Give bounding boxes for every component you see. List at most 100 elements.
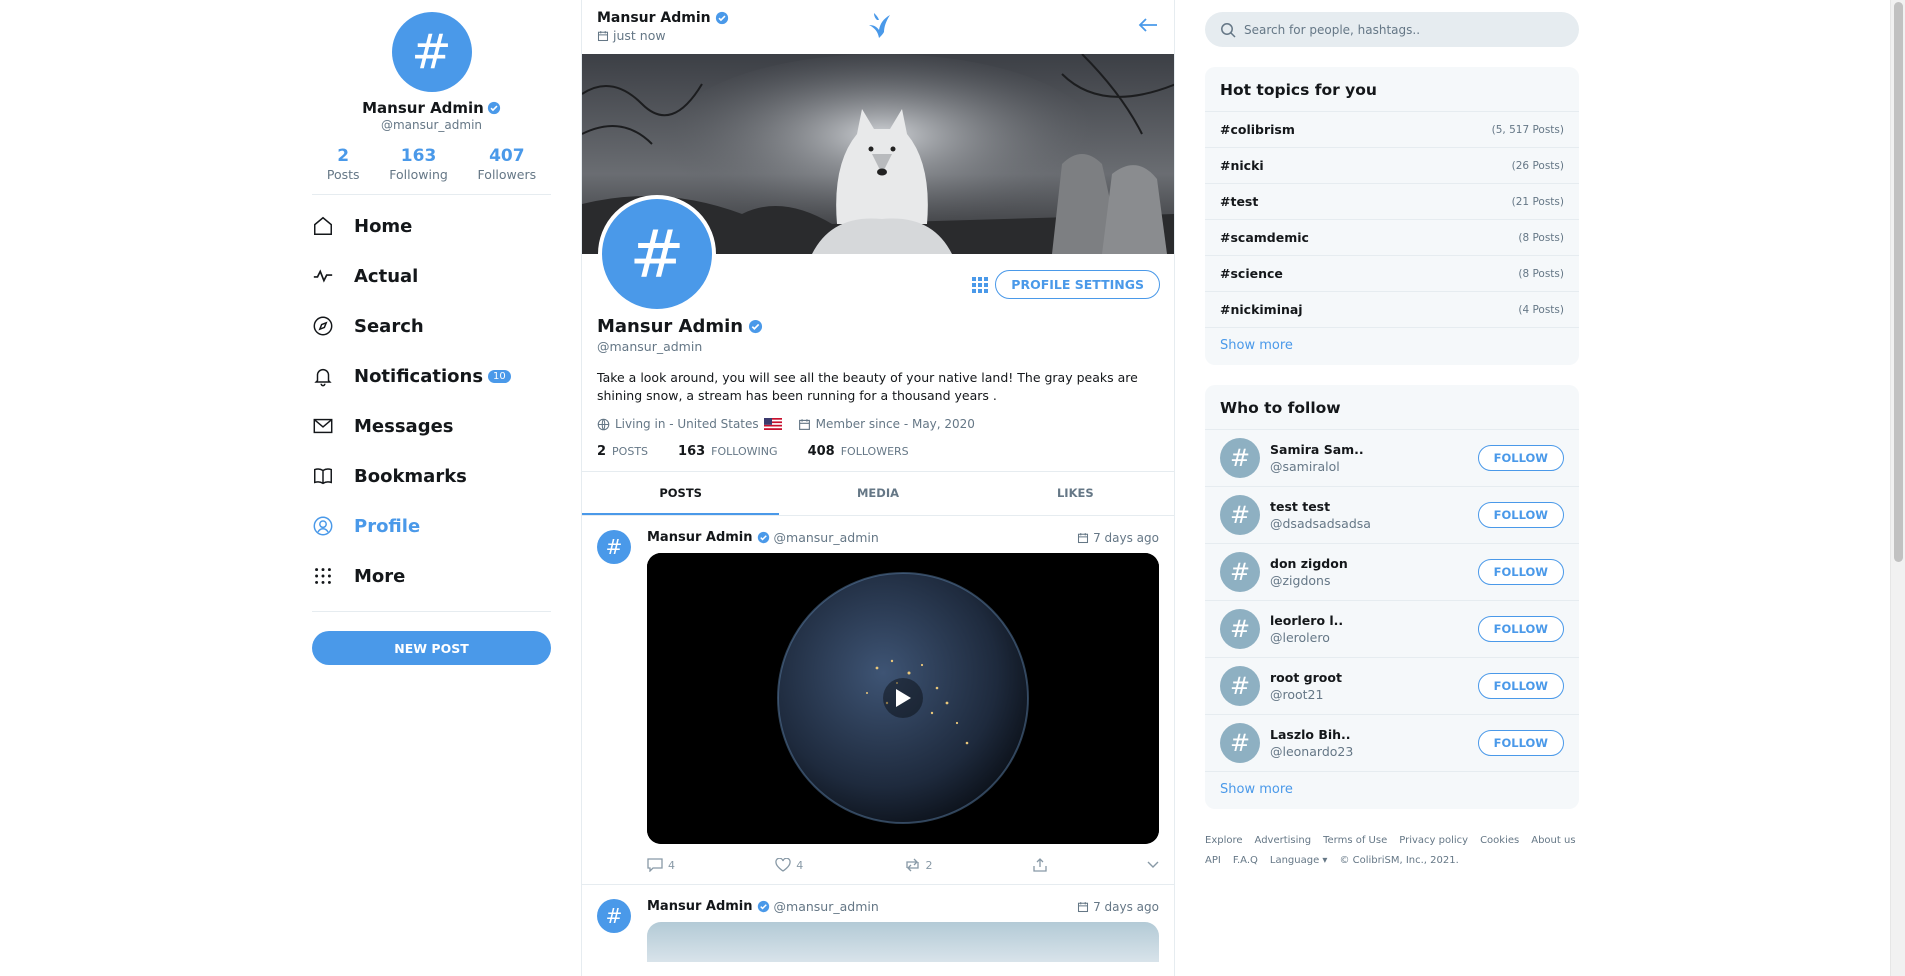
post-media-preview[interactable] <box>647 922 1159 962</box>
language-dropdown[interactable]: Language ▾ <box>1270 853 1328 869</box>
post-author[interactable]: Mansur Admin <box>647 530 753 545</box>
nav-item-messages[interactable]: Messages <box>312 401 551 451</box>
colibri-logo-icon[interactable] <box>866 12 892 40</box>
suggestion-avatar[interactable]: # <box>1220 552 1260 592</box>
follow-button[interactable]: FOLLOW <box>1477 559 1564 585</box>
post-header: Mansur Admin @mansur_admin 7 days ago <box>647 899 1159 914</box>
suggestion-avatar[interactable]: # <box>1220 495 1260 535</box>
nav-item-more[interactable]: More <box>312 551 551 601</box>
post-video[interactable] <box>647 553 1159 844</box>
nav-item-search[interactable]: Search <box>312 301 551 351</box>
like-button[interactable]: 4 <box>775 858 803 872</box>
stat-followers[interactable]: 407 Followers <box>478 146 537 182</box>
nav-item-profile[interactable]: Profile <box>312 501 551 551</box>
play-icon[interactable] <box>893 687 913 709</box>
follow-button[interactable]: FOLLOW <box>1477 673 1564 699</box>
post-handle[interactable]: @mansur_admin <box>774 530 879 545</box>
bell-icon <box>314 368 332 387</box>
page-scrollbar[interactable] <box>1890 0 1905 976</box>
nav-item-home[interactable]: Home <box>312 201 551 251</box>
suggestion-handle: @dsadsadsadsa <box>1270 516 1371 531</box>
topic-item[interactable]: #nicki (26 Posts) <box>1205 148 1579 184</box>
footer-link-faq[interactable]: F.A.Q <box>1233 853 1258 869</box>
follow-button[interactable]: FOLLOW <box>1477 502 1564 528</box>
topic-item[interactable]: #nickiminaj (4 Posts) <box>1205 292 1579 328</box>
footer-link-privacy[interactable]: Privacy policy <box>1399 833 1468 849</box>
suggestion-avatar[interactable]: # <box>1220 609 1260 649</box>
profile-settings-button[interactable]: PROFILE SETTINGS <box>995 270 1160 299</box>
suggestion-handle: @root21 <box>1270 687 1324 702</box>
topic-item[interactable]: #scamdemic (8 Posts) <box>1205 220 1579 256</box>
nav-label: Actual <box>354 265 419 287</box>
suggestion-name[interactable]: Samira Sam.. <box>1270 442 1478 457</box>
count-num: 408 <box>807 444 835 459</box>
topic-item[interactable]: #science (8 Posts) <box>1205 256 1579 292</box>
follow-button[interactable]: FOLLOW <box>1477 730 1564 756</box>
suggestion-avatar[interactable]: # <box>1220 723 1260 763</box>
nav-item-actual[interactable]: Actual <box>312 251 551 301</box>
post-handle[interactable]: @mansur_admin <box>774 899 879 914</box>
follow-button[interactable]: FOLLOW <box>1477 445 1564 471</box>
nav-item-bookmarks[interactable]: Bookmarks <box>312 451 551 501</box>
footer-link-about[interactable]: About us <box>1531 833 1575 849</box>
nav-label: More <box>354 565 406 587</box>
share-icon <box>1033 858 1047 872</box>
footer-link-api[interactable]: API <box>1205 853 1221 869</box>
suggestion-name[interactable]: Laszlo Bih.. <box>1270 727 1478 742</box>
my-name[interactable]: Mansur Admin <box>362 99 484 117</box>
post-menu-button[interactable] <box>1147 858 1159 872</box>
search-input[interactable] <box>1244 22 1544 37</box>
suggestion-handle: @lerolero <box>1270 630 1330 645</box>
main-column: Mansur Admin just now # PROFILE SETTINGS… <box>581 0 1175 976</box>
scrollbar-thumb[interactable] <box>1894 2 1903 562</box>
left-sidebar: # Mansur Admin @mansur_admin 2 Posts 163 F… <box>312 0 551 976</box>
new-post-button[interactable]: NEW POST <box>312 631 551 665</box>
post-body: Mansur Admin @mansur_admin 7 days ago <box>647 899 1159 962</box>
profile-meta: Living in - United States Member since -… <box>597 417 1159 431</box>
back-arrow-icon[interactable] <box>1138 17 1158 33</box>
suggestion-name[interactable]: test test <box>1270 499 1478 514</box>
topics-show-more-link[interactable]: Show more <box>1205 328 1579 365</box>
my-avatar[interactable]: # <box>391 12 472 92</box>
profile-name-row: Mansur Admin <box>597 316 1159 337</box>
calendar-icon <box>597 30 609 41</box>
comment-button[interactable]: 4 <box>647 858 675 872</box>
repost-button[interactable]: 2 <box>904 858 933 872</box>
post-avatar[interactable]: # <box>597 899 631 933</box>
suggestion-avatar[interactable]: # <box>1220 666 1260 706</box>
nav-item-notifications[interactable]: Notifications 10 <box>312 351 551 401</box>
post-author[interactable]: Mansur Admin <box>647 899 753 914</box>
post-avatar[interactable]: # <box>597 530 631 564</box>
grid-dots-icon[interactable] <box>971 276 989 294</box>
stat-posts[interactable]: 2 Posts <box>327 146 360 182</box>
topic-item[interactable]: #colibrism (5, 517 Posts) <box>1205 112 1579 148</box>
count-followers[interactable]: 408 FOLLOWERS <box>808 444 909 459</box>
suggestion-name[interactable]: don zigdon <box>1270 556 1478 571</box>
tab-likes[interactable]: LIKES <box>977 472 1174 515</box>
book-icon <box>314 468 332 485</box>
comment-icon <box>647 858 663 872</box>
home-icon <box>314 216 332 235</box>
suggestion-name[interactable]: root groot <box>1270 670 1478 685</box>
post-time: 7 days ago <box>1093 899 1159 914</box>
post-actions: 4 4 2 <box>647 844 1159 884</box>
suggestion-avatar[interactable]: # <box>1220 438 1260 478</box>
post-body: Mansur Admin @mansur_admin 7 days ago <box>647 530 1159 884</box>
tab-posts[interactable]: POSTS <box>582 472 780 515</box>
follow-button[interactable]: FOLLOW <box>1477 616 1564 642</box>
suggestion-name[interactable]: leorlero l.. <box>1270 613 1478 628</box>
count-posts[interactable]: 2 POSTS <box>597 444 648 459</box>
footer-link-explore[interactable]: Explore <box>1205 833 1243 849</box>
footer-link-terms[interactable]: Terms of Use <box>1323 833 1387 849</box>
share-button[interactable] <box>1033 858 1047 872</box>
count-following[interactable]: 163 FOLLOWING <box>678 444 778 459</box>
footer-link-advertising[interactable]: Advertising <box>1255 833 1312 849</box>
right-sidebar: Hot topics for you #colibrism (5, 517 Pos… <box>1205 0 1579 976</box>
tab-media[interactable]: MEDIA <box>779 472 976 515</box>
topic-item[interactable]: #test (21 Posts) <box>1205 184 1579 220</box>
stat-following[interactable]: 163 Following <box>389 146 448 182</box>
topic-count: (8 Posts) <box>1518 267 1564 280</box>
footer-link-cookies[interactable]: Cookies <box>1480 833 1519 849</box>
follow-show-more-link[interactable]: Show more <box>1205 772 1579 809</box>
nav-label: Profile <box>354 515 421 537</box>
